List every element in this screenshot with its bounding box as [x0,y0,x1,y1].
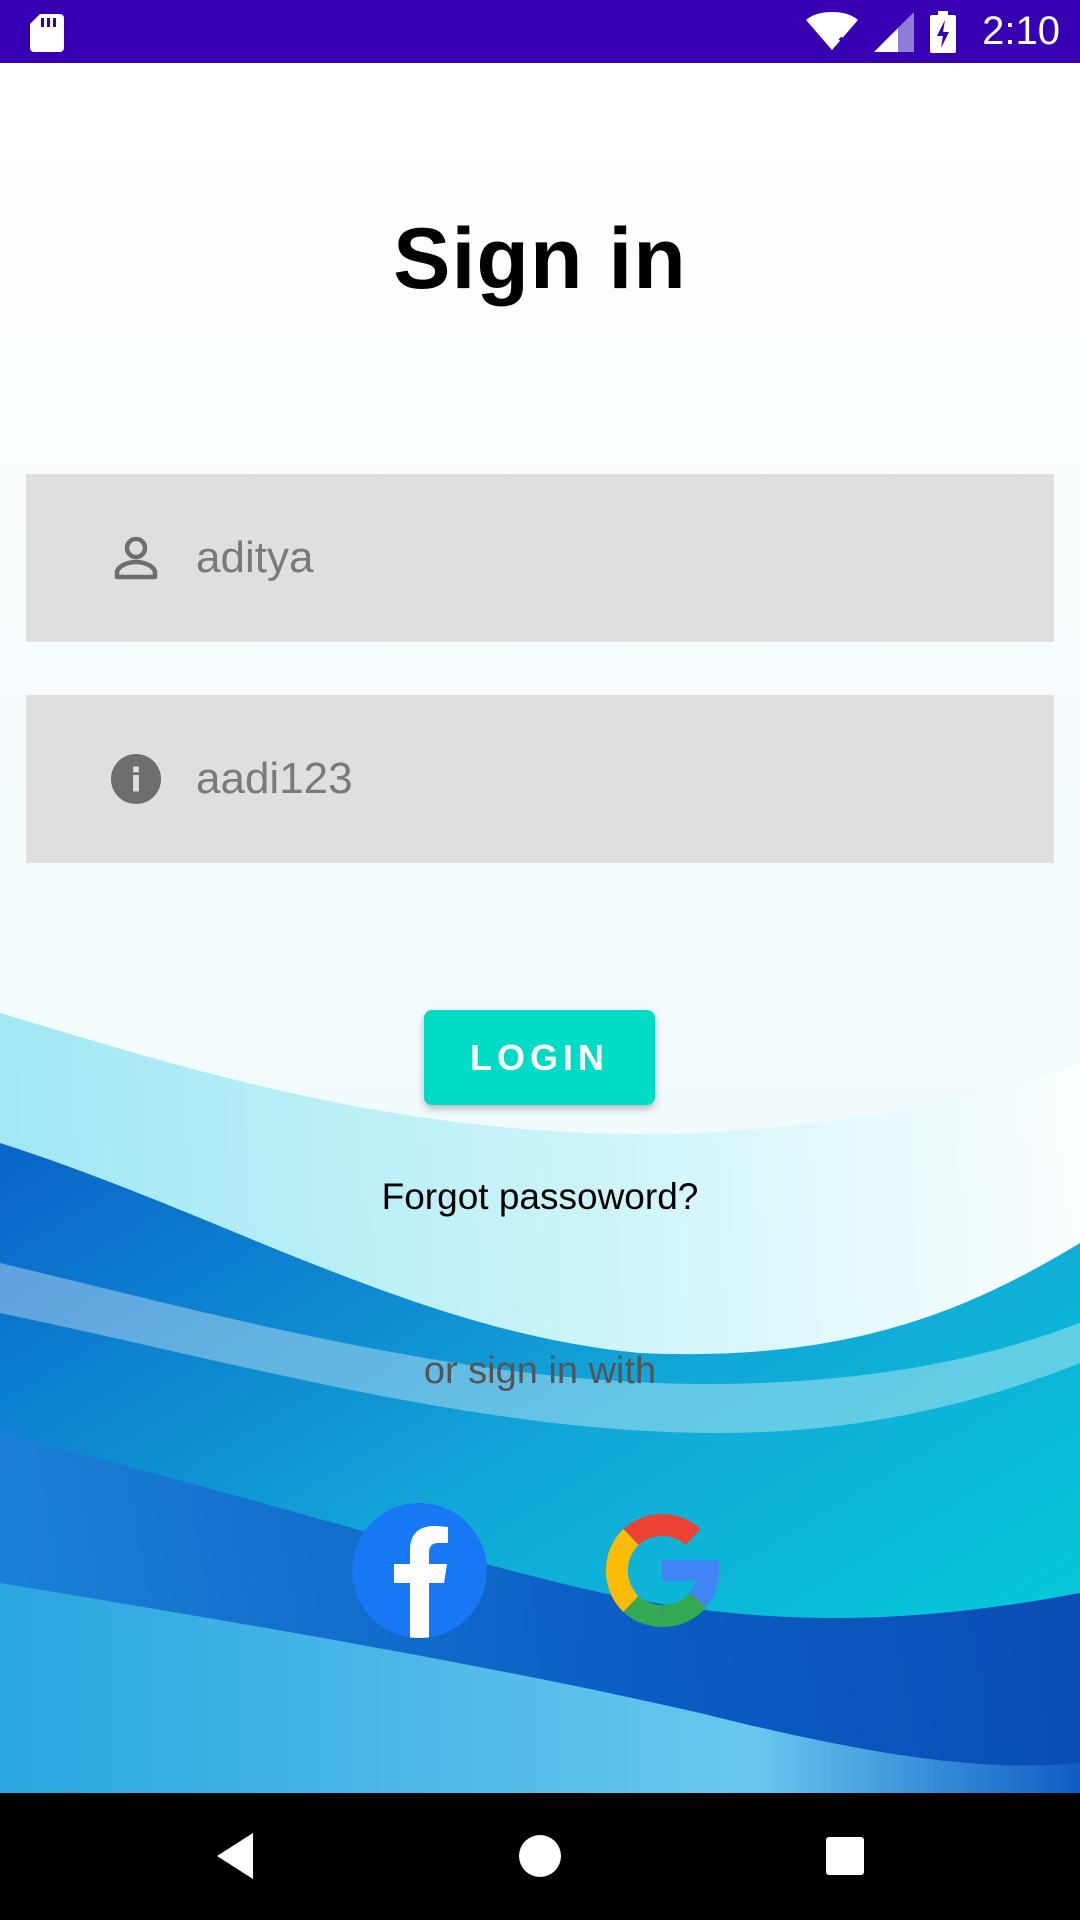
recents-icon[interactable] [810,1821,880,1891]
google-icon[interactable] [595,1503,730,1638]
login-button[interactable]: LOGIN [424,1010,655,1105]
facebook-icon[interactable] [352,1503,487,1638]
wifi-off-icon [806,11,859,51]
password-input[interactable] [196,739,1016,819]
page-title: Sign in [393,211,687,307]
battery-charging-icon [930,10,957,53]
status-bar: 2:10 [0,0,1080,63]
info-icon [110,753,162,805]
username-field[interactable] [26,474,1054,642]
sign-in-screen: 2:10 Sign in LOGIN Forgot passoword? or … [0,0,1080,1920]
home-icon[interactable] [505,1821,575,1891]
password-field[interactable] [26,695,1054,863]
social-sign-in-label: or sign in with [423,1350,657,1392]
username-input[interactable] [196,518,1016,598]
person-icon [110,532,162,584]
sd-card-icon [30,14,64,52]
navigation-bar [0,1793,1080,1920]
back-icon[interactable] [200,1821,270,1891]
forgot-password-link[interactable]: Forgot passoword? [0,1176,1080,1218]
status-time: 2:10 [982,9,1060,53]
background-wave-image [0,63,1080,1793]
cellular-signal-icon [874,11,915,52]
